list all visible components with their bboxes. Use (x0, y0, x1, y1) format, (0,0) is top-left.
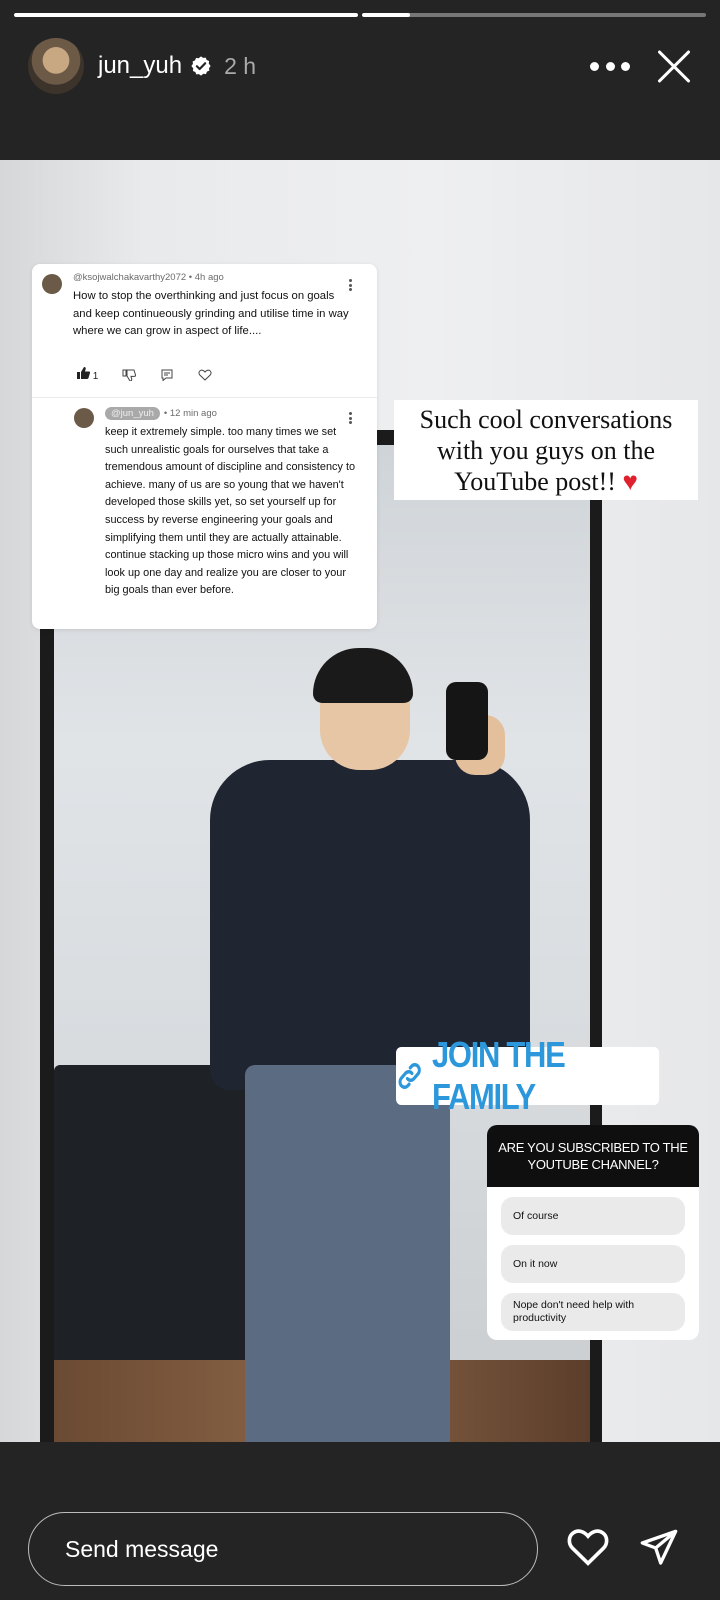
commenter-avatar (42, 274, 62, 294)
close-icon[interactable] (656, 48, 692, 84)
bed (54, 1065, 274, 1375)
like-count-group: 1 (76, 367, 98, 382)
poll-sticker: ARE YOU SUBSCRIBED TO THE YOUTUBE CHANNE… (487, 1125, 699, 1340)
send-icon[interactable] (638, 1528, 680, 1568)
like-count: 1 (92, 371, 99, 382)
phone (446, 682, 488, 760)
verified-badge-icon (191, 56, 211, 76)
story-header: jun_yuh 2 h (28, 38, 692, 94)
send-message-placeholder: Send message (65, 1535, 219, 1562)
link-sticker[interactable]: JOIN THE FAMILY (396, 1034, 660, 1117)
username[interactable]: jun_yuh (98, 52, 182, 80)
link-label: JOIN THE FAMILY (431, 1034, 566, 1117)
reply-icon (161, 369, 173, 381)
comment-text: How to stop the overthinking and just fo… (73, 290, 349, 338)
story-media[interactable]: @ksojwalchakavarthy2072 • 4h ago How to … (0, 160, 720, 1442)
progress-segment-1 (14, 13, 358, 17)
progress-segment-2 (362, 13, 706, 17)
send-message-input[interactable]: Send message (28, 1512, 538, 1586)
reply-meta: @jun_yuh • 12 min ago (105, 407, 217, 420)
reply-avatar (74, 408, 94, 428)
person-pants (245, 1065, 450, 1442)
reply-more-icon (349, 412, 352, 424)
poll-option-of-course[interactable]: Of course (501, 1197, 685, 1235)
thumbs-down-icon (122, 369, 137, 381)
comment-actions: 1 (76, 367, 212, 382)
comment-time: 4h ago (194, 272, 224, 283)
comment-user: @ksojwalchakavarthy2072 (73, 272, 187, 283)
heart-icon[interactable] (566, 1526, 610, 1566)
avatar[interactable] (28, 38, 84, 94)
reply-user: @jun_yuh (105, 407, 160, 420)
more-icon[interactable] (590, 56, 630, 76)
link-icon (398, 1063, 421, 1089)
poll-question: ARE YOU SUBSCRIBED TO THE YOUTUBE CHANNE… (487, 1125, 699, 1187)
comment-meta: @ksojwalchakavarthy2072 • 4h ago (73, 272, 224, 283)
poll-option-on-it-now[interactable]: On it now (501, 1245, 685, 1283)
reply-text: keep it extremely simple. too many times… (105, 426, 356, 597)
caption-sticker: Such cool conversations with you guys on… (394, 400, 698, 500)
story-progress (14, 13, 706, 17)
red-heart-icon: ♥ (622, 466, 638, 496)
comment-divider (32, 397, 377, 398)
poll-option-nope[interactable]: Nope don't need help with productivity (501, 1293, 685, 1331)
thumbs-up-icon (77, 367, 90, 379)
heart-outline-icon (198, 369, 212, 381)
comment-screenshot: @ksojwalchakavarthy2072 • 4h ago How to … (32, 264, 377, 629)
post-time: 2 h (224, 52, 257, 79)
reply-time: 12 min ago (169, 408, 217, 419)
